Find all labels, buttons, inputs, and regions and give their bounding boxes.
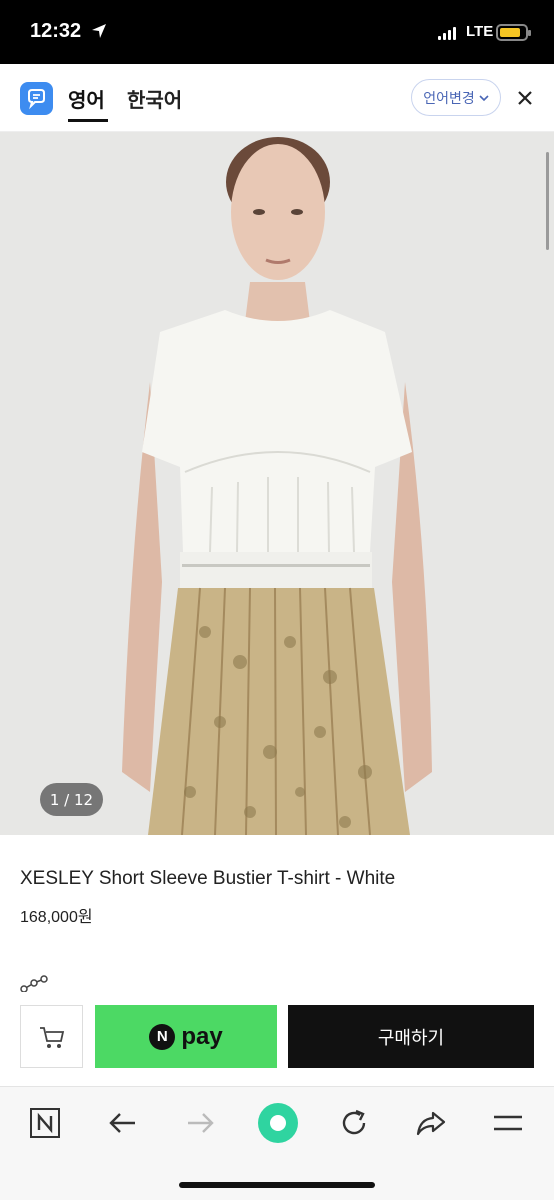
app-logo-icon[interactable] <box>20 82 53 115</box>
home-indicator[interactable] <box>179 1182 375 1188</box>
buy-button[interactable]: 구매하기 <box>288 1005 534 1068</box>
menu-icon[interactable] <box>490 1105 526 1141</box>
cart-icon <box>40 1027 65 1048</box>
reload-icon[interactable] <box>336 1105 372 1141</box>
location-arrow-icon <box>92 24 106 38</box>
network-label: LTE <box>466 23 494 40</box>
forward-arrow-icon[interactable] <box>182 1105 218 1141</box>
tab-english[interactable]: 영어 <box>68 84 105 113</box>
chevron-down-icon <box>479 94 489 101</box>
image-counter: 1 / 12 <box>40 783 103 816</box>
purchase-bar: N pay 구매하기 <box>0 992 554 1084</box>
share-icon[interactable] <box>413 1105 449 1141</box>
naver-pay-label: pay <box>181 1022 223 1050</box>
translate-header: 영어 한국어 언어변경 <box>0 64 554 132</box>
product-title: XESLEY Short Sleeve Bustier T-shirt - Wh… <box>20 868 396 889</box>
product-photo-illustration <box>0 132 554 835</box>
change-language-button[interactable]: 언어변경 <box>411 79 501 116</box>
scroll-indicator[interactable] <box>546 152 549 250</box>
close-icon[interactable] <box>515 88 535 108</box>
naver-pay-logo: N <box>149 1023 176 1050</box>
green-dot-icon[interactable] <box>256 1101 300 1145</box>
battery-icon <box>496 24 531 41</box>
battery-level <box>500 28 520 37</box>
share-link-icon[interactable] <box>20 974 50 994</box>
signal-icon <box>438 26 458 40</box>
product-image[interactable] <box>0 132 554 835</box>
product-price: 168,000원 <box>20 909 93 926</box>
tab-korean[interactable]: 한국어 <box>127 84 182 113</box>
naver-n-icon[interactable] <box>27 1105 63 1141</box>
active-tab-indicator <box>68 119 108 122</box>
status-time: 12:32 <box>30 20 82 42</box>
back-arrow-icon[interactable] <box>105 1105 141 1141</box>
naver-pay-button[interactable]: N pay <box>95 1005 277 1068</box>
status-bar: 12:32 LTE <box>0 0 554 64</box>
cart-button[interactable] <box>20 1005 83 1068</box>
change-language-label: 언어변경 <box>423 90 475 107</box>
